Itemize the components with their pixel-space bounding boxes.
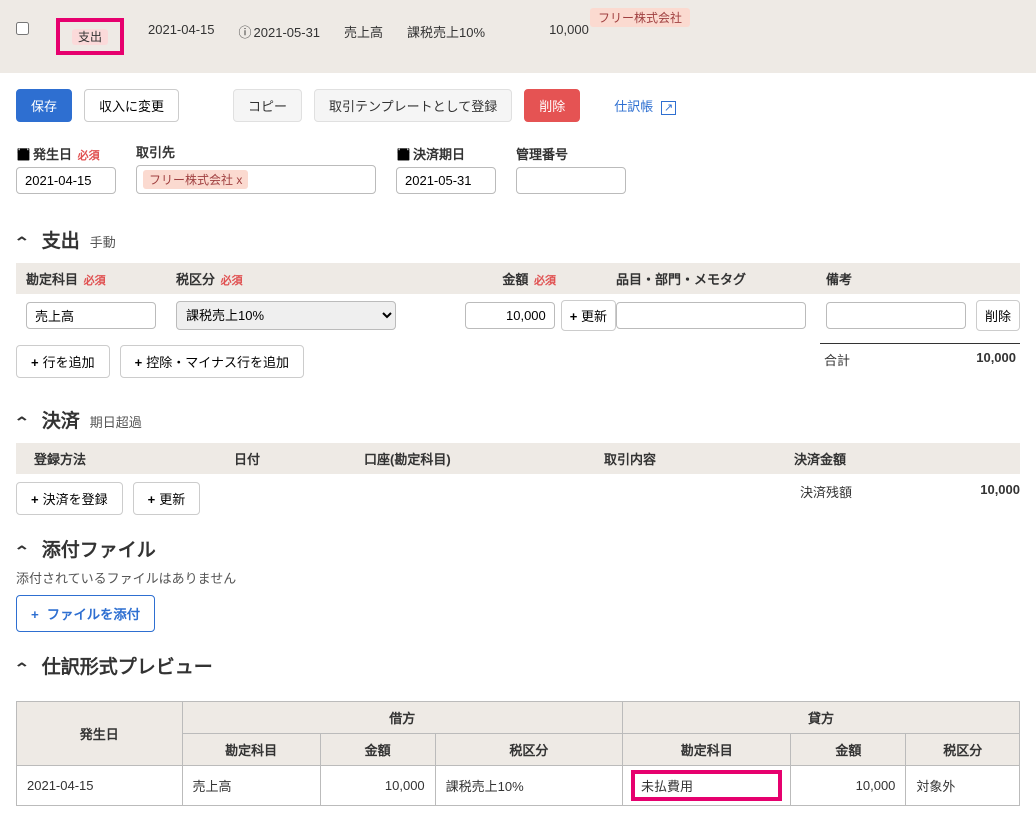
partner-input[interactable]: フリー株式会社 x xyxy=(136,165,376,194)
summary-partner: フリー株式会社 xyxy=(590,8,690,27)
date-label: 発生日 必須 xyxy=(16,144,116,163)
summary-account: 売上高 xyxy=(344,18,383,41)
info-icon xyxy=(239,25,254,40)
summary-due: 2021-05-31 xyxy=(239,18,321,41)
copy-button[interactable]: コピー xyxy=(233,89,302,122)
add-settlement-button[interactable]: 決済を登録 xyxy=(16,482,123,515)
date-input[interactable] xyxy=(16,167,116,194)
add-row-button[interactable]: 行を追加 xyxy=(16,345,110,378)
journal-table: 発生日 借方 貸方 勘定科目 金額 税区分 勘定科目 金額 税区分 2021-0… xyxy=(16,701,1020,806)
mgmt-label: 管理番号 xyxy=(516,144,626,163)
refresh-settlement-button[interactable]: 更新 xyxy=(133,482,201,515)
col-tax: 税区分 必須 xyxy=(176,269,416,288)
jh-date: 発生日 xyxy=(17,702,183,766)
partner-label: 取引先 xyxy=(136,142,376,161)
settlement-balance: 決済残額 10,000 xyxy=(800,482,1020,523)
settlement-heading[interactable]: 決済期日超過 xyxy=(16,406,1020,433)
caret-icon xyxy=(16,411,32,433)
highlight-type: 支出 xyxy=(56,18,124,55)
row-delete-button[interactable]: 削除 xyxy=(976,300,1020,331)
caret-icon xyxy=(16,540,32,562)
save-button[interactable]: 保存 xyxy=(16,89,72,122)
calendar-icon xyxy=(396,147,413,162)
attachments-heading[interactable]: 添付ファイル xyxy=(16,535,1020,562)
credit-account-cell: 未払費用 xyxy=(623,766,791,806)
header-form: 発生日 必須 取引先 フリー株式会社 x 決済期日 管理番号 xyxy=(0,138,1036,206)
account-input[interactable] xyxy=(26,302,156,329)
due-input[interactable] xyxy=(396,167,496,194)
col-tags: 品目・部門・メモタグ xyxy=(616,269,826,288)
summary-amount: 10,000 xyxy=(549,18,589,37)
col-amount: 金額 必須 xyxy=(416,269,616,288)
attachments-empty: 添付されているファイルはありません xyxy=(16,568,1020,587)
caret-icon xyxy=(16,657,32,679)
journal-link[interactable]: 仕訳帳 xyxy=(614,96,676,115)
summary-tax: 課税売上10% xyxy=(407,18,485,41)
col-note: 備考 xyxy=(826,269,976,288)
add-neg-button[interactable]: 控除・マイナス行を追加 xyxy=(120,345,304,378)
template-button[interactable]: 取引テンプレートとして登録 xyxy=(314,89,512,122)
due-label: 決済期日 xyxy=(396,144,496,163)
expense-row: 課税売上10% + 更新 削除 xyxy=(16,294,1020,337)
journal-row: 2021-04-15 売上高 10,000 課税売上10% 未払費用 10,00… xyxy=(17,766,1020,806)
settlement-header: 登録方法 日付 口座(勘定科目) 取引内容 決済金額 xyxy=(16,443,1020,474)
type-chip: 支出 xyxy=(72,29,108,45)
col-account: 勘定科目 必須 xyxy=(26,269,176,288)
tags-input[interactable] xyxy=(616,302,806,329)
tax-select[interactable]: 課税売上10% xyxy=(176,301,396,330)
expense-total: 合計 10,000 xyxy=(820,343,1020,386)
mgmt-input[interactable] xyxy=(516,167,626,194)
caret-icon xyxy=(16,231,32,253)
summary-bar: 支出 2021-04-15 2021-05-31 売上高 課税売上10% 10,… xyxy=(0,0,1036,73)
journal-heading[interactable]: 仕訳形式プレビュー xyxy=(16,652,1020,679)
delete-button[interactable]: 削除 xyxy=(524,89,580,122)
note-input[interactable] xyxy=(826,302,966,329)
amount-input[interactable] xyxy=(465,302,555,329)
row-checkbox[interactable] xyxy=(16,22,29,35)
expense-header: 勘定科目 必須 税区分 必須 金額 必須 品目・部門・メモタグ 備考 xyxy=(16,263,1020,294)
calendar-icon xyxy=(16,147,33,162)
partner-chip[interactable]: フリー株式会社 x xyxy=(143,170,248,189)
highlight-credit-account: 未払費用 xyxy=(631,770,782,801)
summary-date: 2021-04-15 xyxy=(148,18,215,37)
expense-heading[interactable]: 支出手動 xyxy=(16,226,1020,253)
settlement-section: 決済期日超過 xyxy=(0,386,1036,443)
journal-section: 仕訳形式プレビュー xyxy=(0,632,1036,689)
row-update-button[interactable]: + 更新 xyxy=(561,300,616,331)
external-icon xyxy=(657,99,676,114)
expense-section: 支出手動 xyxy=(0,206,1036,263)
action-bar: 保存 収入に変更 コピー 取引テンプレートとして登録 削除 仕訳帳 xyxy=(0,73,1036,138)
attach-file-button[interactable]: ファイルを添付 xyxy=(16,595,155,632)
switch-button[interactable]: 収入に変更 xyxy=(84,89,179,122)
jh-debit: 借方 xyxy=(182,702,622,734)
attachments-section: 添付ファイル 添付されているファイルはありません ファイルを添付 xyxy=(0,535,1036,632)
jh-credit: 貸方 xyxy=(623,702,1020,734)
